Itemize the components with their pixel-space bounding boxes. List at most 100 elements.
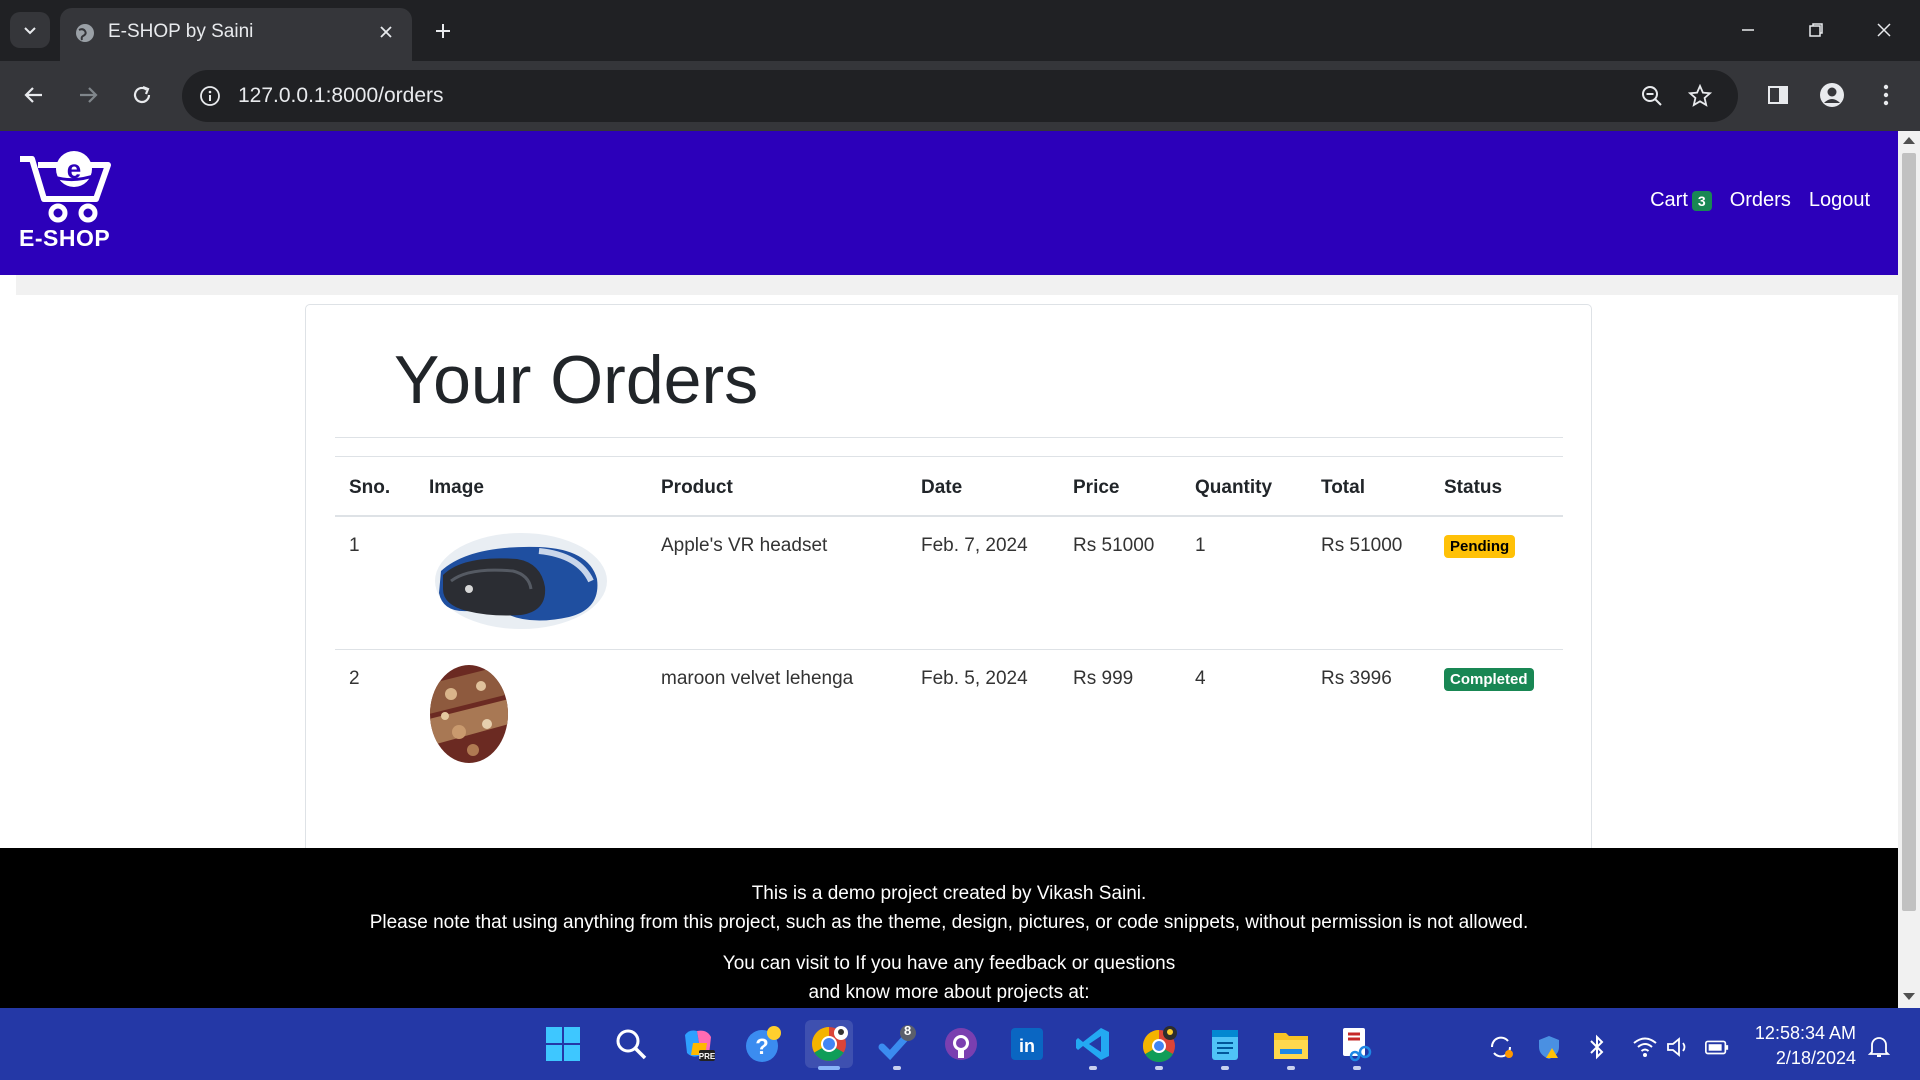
site-info-button[interactable] (192, 78, 228, 114)
page-title: Your Orders (394, 342, 759, 418)
tab-search-button[interactable] (10, 12, 50, 48)
tab-close-button[interactable] (374, 20, 398, 44)
notification-icon[interactable] (1866, 1034, 1892, 1060)
url-text: 127.0.0.1:8000/orders (238, 84, 444, 107)
table-row: 2 maroon velvet lehenga Feb. 5, 2024 Rs … (335, 650, 1563, 783)
order-price: Rs 999 (1073, 668, 1134, 689)
order-total: Rs 3996 (1321, 668, 1392, 689)
footer-credit: This is a demo project created by Vikash… (751, 883, 1147, 904)
order-quantity: 1 (1181, 516, 1307, 650)
battery-icon[interactable] (1704, 1034, 1730, 1060)
lehenga-image (429, 664, 609, 764)
page-top-strip (16, 275, 1898, 295)
kebab-menu-icon (1883, 84, 1889, 106)
profile-button[interactable] (1812, 75, 1852, 115)
todo-icon[interactable]: 8 (873, 1020, 921, 1070)
site-footer: This is a demo project created by Vikash… (0, 848, 1898, 1008)
order-product: Apple's VR headset (647, 516, 907, 650)
order-date: Feb. 7, 2024 (907, 516, 1059, 650)
order-quantity: 4 (1195, 668, 1206, 689)
restore-icon (1809, 23, 1823, 37)
help-icon[interactable]: ? (739, 1020, 787, 1068)
reload-icon (133, 85, 151, 104)
nav-logout-link[interactable]: Logout (1809, 189, 1870, 212)
order-product: maroon velvet lehenga (661, 668, 854, 689)
cart-label: Cart (1650, 189, 1688, 211)
cart-count-badge: 3 (1691, 190, 1712, 211)
close-window-button[interactable] (1862, 10, 1906, 50)
browser-menu-button[interactable] (1866, 75, 1906, 115)
back-button[interactable] (14, 75, 54, 115)
star-icon (1688, 84, 1712, 107)
copilot-icon[interactable]: PRE (674, 1020, 722, 1068)
col-total: Total (1307, 456, 1430, 517)
minimize-icon (1742, 29, 1754, 31)
tab-title: E-SHOP by Saini (108, 21, 254, 42)
scroll-up-icon[interactable] (1903, 137, 1915, 144)
restore-button[interactable] (1794, 10, 1838, 50)
svg-text:PRE: PRE (699, 1052, 716, 1061)
bluetooth-icon[interactable] (1584, 1034, 1610, 1060)
file-explorer-icon[interactable] (1267, 1020, 1315, 1070)
security-icon[interactable] (1536, 1034, 1562, 1060)
page-viewport: e E-SHOP Cart 3 Orders Logout Your Order… (0, 131, 1898, 1008)
footer-projects: and know more about projects at: (808, 982, 1090, 1003)
close-icon (380, 26, 392, 38)
order-price: Rs 51000 (1059, 516, 1181, 650)
status-badge: Pending (1444, 535, 1516, 558)
shopping-cart-logo-icon: e (20, 151, 111, 223)
linkedin-icon[interactable]: in (1003, 1020, 1051, 1068)
wifi-icon[interactable] (1632, 1034, 1658, 1060)
vscode-icon[interactable] (1069, 1020, 1117, 1070)
col-price: Price (1059, 456, 1181, 517)
minimize-button[interactable] (1726, 10, 1770, 50)
zoom-button[interactable] (1634, 78, 1670, 114)
page-scrollbar[interactable] (1898, 131, 1920, 1008)
eshop-logo[interactable]: e E-SHOP (18, 147, 118, 257)
orders-table: Sno. Image Product Date Price Quantity T… (335, 456, 1563, 782)
windows-start-icon[interactable] (539, 1020, 587, 1068)
chevron-down-icon (24, 27, 36, 35)
address-bar[interactable]: 127.0.0.1:8000/orders (182, 70, 1738, 122)
taskbar-clock[interactable]: 12:58:34 AM 2/18/2024 (1755, 1021, 1856, 1071)
svg-text:?: ? (755, 1034, 768, 1059)
github-icon[interactable] (937, 1020, 985, 1068)
order-image-cell (415, 650, 647, 783)
table-row: 1 Apple's VR headset Feb. 7, 2024 Rs 510… (335, 516, 1563, 650)
profile-icon (1820, 83, 1844, 107)
svg-text:in: in (1019, 1036, 1035, 1056)
sync-icon[interactable] (1488, 1034, 1514, 1060)
arrow-left-icon (24, 87, 42, 103)
site-navbar: e E-SHOP Cart 3 Orders Logout (0, 131, 1898, 275)
side-panel-button[interactable] (1758, 75, 1798, 115)
chrome-beta-icon[interactable] (1135, 1020, 1183, 1070)
status-badge: Completed (1444, 668, 1534, 691)
arrow-right-icon (80, 87, 98, 103)
forward-button[interactable] (68, 75, 108, 115)
nav-cart-link[interactable]: Cart 3 (1650, 189, 1712, 212)
order-status-cell: Completed (1430, 650, 1563, 783)
col-date: Date (907, 456, 1059, 517)
footer-notice: Please note that using anything from thi… (369, 912, 1529, 933)
scrollbar-thumb[interactable] (1902, 153, 1916, 911)
order-date: Feb. 5, 2024 (921, 668, 1028, 689)
notepad-icon[interactable] (1201, 1020, 1249, 1070)
browser-tab-active[interactable]: E-SHOP by Saini (60, 8, 412, 61)
chrome-icon[interactable] (805, 1020, 853, 1070)
reload-button[interactable] (122, 75, 162, 115)
order-total: Rs 51000 (1307, 516, 1430, 650)
order-status-cell: Pending (1430, 516, 1563, 650)
search-icon[interactable] (607, 1020, 655, 1068)
new-tab-button[interactable] (426, 14, 460, 48)
bookmark-button[interactable] (1682, 78, 1718, 114)
vr-headset-image (429, 531, 609, 631)
browser-toolbar: 127.0.0.1:8000/orders (0, 61, 1920, 131)
browser-tab-bar: E-SHOP by Saini (0, 0, 1920, 61)
volume-icon[interactable] (1666, 1034, 1692, 1060)
scroll-down-icon[interactable] (1903, 993, 1915, 1000)
clock-date: 2/18/2024 (1775, 1048, 1856, 1068)
nav-orders-link[interactable]: Orders (1730, 189, 1791, 212)
col-quantity: Quantity (1181, 456, 1307, 517)
table-header-row: Sno. Image Product Date Price Quantity T… (335, 456, 1563, 517)
snipping-tool-icon[interactable] (1333, 1020, 1381, 1070)
